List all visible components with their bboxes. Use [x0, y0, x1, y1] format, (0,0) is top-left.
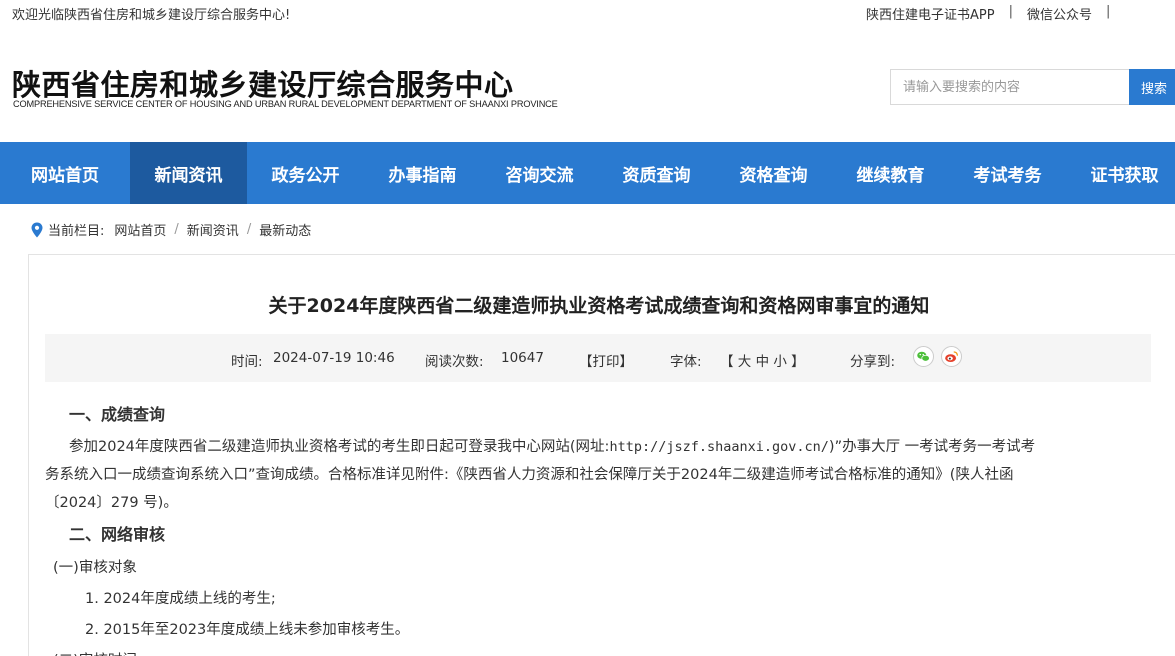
- search-input[interactable]: [890, 69, 1129, 105]
- paragraph-line: 参加2024年度陕西省二级建造师执业资格考试的考生即日起可登录我中心网站(网址:…: [69, 433, 1035, 461]
- section-heading-score-query: 一、成绩查询: [69, 405, 166, 424]
- divider: |: [1008, 4, 1013, 19]
- breadcrumb-label: 当前栏目:: [48, 224, 105, 239]
- location-pin-icon: [31, 222, 43, 237]
- time-label: 时间:: [231, 354, 263, 370]
- wechat-official-link[interactable]: 微信公众号: [1027, 4, 1092, 23]
- app-link[interactable]: 陕西住建电子证书APP: [866, 4, 995, 23]
- article-panel: 关于2024年度陕西省二级建造师执业资格考试成绩查询和资格网审事宜的通知 时间:…: [28, 254, 1175, 656]
- paragraph-text: )”办事大厅 一考试考务一考试考: [828, 439, 1036, 455]
- wechat-icon[interactable]: [913, 346, 934, 367]
- subsection-heading: (一)审核对象: [53, 560, 137, 576]
- paragraph-line: 〔2024〕279 号)。: [45, 495, 178, 511]
- breadcrumb-separator: /: [246, 222, 252, 237]
- share-label: 分享到:: [850, 354, 896, 370]
- nav-item-continuing-education[interactable]: 继续教育: [832, 142, 949, 204]
- nav-item-certificates[interactable]: 证书获取: [1066, 142, 1175, 204]
- top-links: 陕西住建电子证书APP | 微信公众号 |: [866, 4, 1124, 23]
- publish-time: 2024-07-19 10:46: [273, 350, 395, 366]
- breadcrumb: 当前栏目: 网站首页 / 新闻资讯 / 最新动态: [30, 220, 311, 239]
- top-bar: 欢迎光临陕西省住房和城乡建设厅综合服务中心! 陕西住建电子证书APP | 微信公…: [0, 0, 1175, 26]
- nav-item-government-affairs[interactable]: 政务公开: [247, 142, 364, 204]
- site-logo-subtitle: COMPREHENSIVE SERVICE CENTER OF HOUSING …: [13, 99, 558, 109]
- nav-item-service-guide[interactable]: 办事指南: [364, 142, 481, 204]
- views-label: 阅读次数:: [425, 354, 484, 370]
- divider: |: [1105, 4, 1111, 19]
- main-nav: 网站首页 新闻资讯 政务公开 办事指南 咨询交流 资质查询 资格查询 继续教育 …: [0, 142, 1175, 204]
- list-item: 1. 2024年度成绩上线的考生;: [85, 591, 276, 607]
- paragraph-line: 务系统入口一成绩查询系统入口”查询成绩。合格标准详见附件:《陕西省人力资源和社会…: [45, 467, 1014, 483]
- font-size-label: 字体:: [670, 354, 702, 370]
- welcome-text: 欢迎光临陕西省住房和城乡建设厅综合服务中心!: [12, 8, 291, 23]
- nav-item-news[interactable]: 新闻资讯: [130, 142, 247, 204]
- paragraph-text: 参加2024年度陕西省二级建造师执业资格考试的考生即日起可登录我中心网站(网址:: [69, 439, 610, 455]
- font-size-options[interactable]: 【 大 中 小 】: [720, 350, 805, 370]
- breadcrumb-latest[interactable]: 最新动态: [259, 220, 311, 239]
- subsection-heading: (二)审核时间: [53, 647, 137, 656]
- nav-item-exams[interactable]: 考试考务: [949, 142, 1066, 204]
- article-title: 关于2024年度陕西省二级建造师执业资格考试成绩查询和资格网审事宜的通知: [268, 295, 930, 317]
- print-button[interactable]: 【打印】: [579, 350, 633, 370]
- site-header: 陕西省住房和城乡建设厅综合服务中心 COMPREHENSIVE SERVICE …: [0, 26, 1175, 142]
- breadcrumb-separator: /: [174, 222, 179, 237]
- nav-item-qualification-query[interactable]: 资质查询: [598, 142, 715, 204]
- search-box: 搜索: [890, 69, 1175, 105]
- nav-item-eligibility-query[interactable]: 资格查询: [715, 142, 832, 204]
- weibo-icon[interactable]: [941, 346, 962, 367]
- nav-item-home[interactable]: 网站首页: [0, 142, 130, 204]
- section-heading-online-review: 二、网络审核: [69, 525, 166, 544]
- nav-item-consultation[interactable]: 咨询交流: [481, 142, 598, 204]
- breadcrumb-news[interactable]: 新闻资讯: [187, 220, 239, 239]
- search-button[interactable]: 搜索: [1129, 69, 1175, 105]
- views-count: 10647: [501, 350, 544, 366]
- list-item: 2. 2015年至2023年度成绩上线未参加审核考生。: [85, 622, 410, 638]
- website-link[interactable]: http://jszf.shaanxi.gov.cn/: [609, 439, 828, 455]
- breadcrumb-home[interactable]: 网站首页: [114, 220, 166, 239]
- article-meta-bar: 时间: 2024-07-19 10:46 阅读次数: 10647 【打印】 字体…: [45, 334, 1151, 382]
- site-logo-title[interactable]: 陕西省住房和城乡建设厅综合服务中心: [12, 62, 514, 104]
